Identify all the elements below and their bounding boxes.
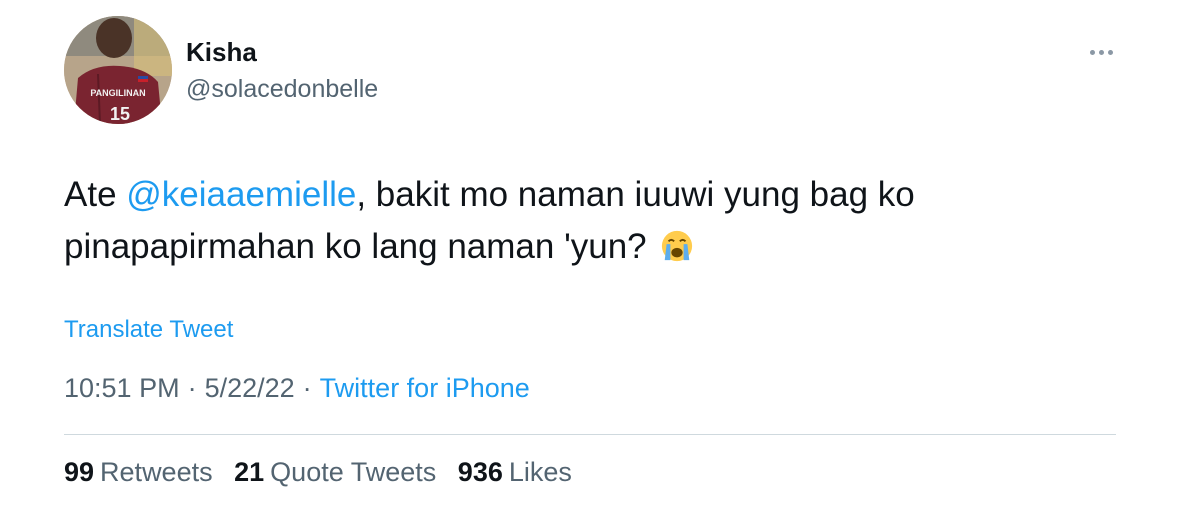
divider: [64, 434, 1116, 435]
likes-stat[interactable]: 936 Likes: [458, 457, 572, 488]
avatar[interactable]: PANGILINAN 15: [64, 16, 172, 124]
tweet-meta: 10:51 PM · 5/22/22 · Twitter for iPhone: [64, 373, 530, 404]
likes-count: 936: [457, 457, 503, 487]
tweet-text-line1-rest: , bakit mo naman iuuwi yung bag ko: [356, 175, 915, 214]
translate-tweet-link[interactable]: Translate Tweet: [64, 316, 233, 344]
tweet-time[interactable]: 10:51 PM: [64, 373, 180, 403]
quote-tweets-label: Quote Tweets: [270, 457, 437, 487]
tweet-text-start: Ate: [64, 175, 127, 214]
retweets-label: Retweets: [100, 457, 213, 487]
meta-separator: ·: [302, 373, 312, 403]
more-dot: [1098, 49, 1104, 55]
quote-tweets-count: 21: [234, 457, 265, 487]
retweets-stat[interactable]: 99 Retweets: [64, 457, 213, 488]
tweet-source-link[interactable]: Twitter for iPhone: [320, 373, 530, 403]
author-handle[interactable]: @solacedonbelle: [186, 75, 378, 104]
more-dot: [1107, 49, 1113, 55]
mention-link[interactable]: @keiaaemielle: [126, 175, 356, 214]
jersey-name: PANGILINAN: [90, 88, 145, 98]
tweet-text: Ate @keiaaemielle, bakit mo naman iuuwi …: [64, 169, 1124, 273]
tweet-stats: 99 Retweets 21 Quote Tweets 936 Likes: [64, 457, 586, 488]
jersey-number: 15: [110, 104, 130, 124]
meta-separator: ·: [187, 373, 197, 403]
tweet-text-line2: pinapapirmahan ko lang naman 'yun?: [64, 227, 647, 266]
retweets-count: 99: [64, 457, 95, 487]
avatar-photo: PANGILINAN 15: [64, 16, 172, 124]
more-dot: [1089, 49, 1095, 55]
more-horizontal-icon[interactable]: [1083, 38, 1119, 66]
loudly-crying-face-icon: [662, 230, 693, 262]
author-display-name[interactable]: Kisha: [186, 37, 257, 68]
tweet-date[interactable]: 5/22/22: [205, 373, 295, 403]
quote-tweets-stat[interactable]: 21 Quote Tweets: [234, 457, 436, 488]
likes-label: Likes: [508, 457, 572, 487]
